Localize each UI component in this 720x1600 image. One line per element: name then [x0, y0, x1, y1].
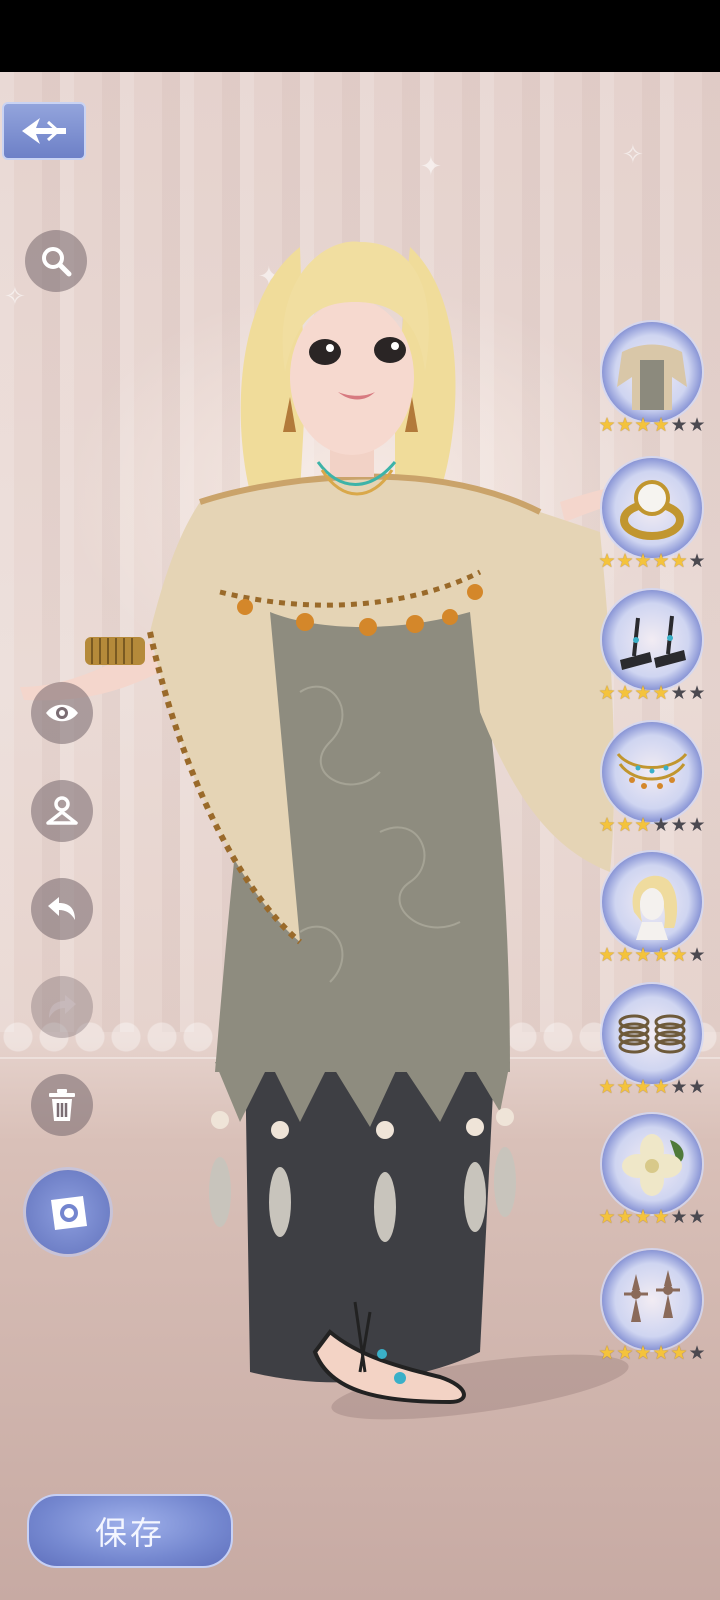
star-filled-icon: ★: [652, 944, 670, 966]
outfit-item-2[interactable]: ★ ★ ★ ★ ★ ★: [598, 590, 710, 708]
star-filled-icon: ★: [598, 682, 616, 704]
star-filled-icon: ★: [670, 1342, 688, 1364]
delete-button[interactable]: [31, 1074, 93, 1136]
star-filled-icon: ★: [670, 944, 688, 966]
star-empty-icon: ★: [688, 944, 706, 966]
star-filled-icon: ★: [652, 1076, 670, 1098]
back-button[interactable]: [2, 102, 86, 160]
star-filled-icon: ★: [598, 814, 616, 836]
star-filled-icon: ★: [634, 1342, 652, 1364]
sandals-icon: [620, 615, 686, 670]
camera-button[interactable]: [26, 1170, 110, 1254]
star-empty-icon: ★: [670, 682, 688, 704]
star-filled-icon: ★: [616, 682, 634, 704]
redo-button[interactable]: [31, 976, 93, 1038]
star-empty-icon: ★: [670, 1076, 688, 1098]
star-rating: ★ ★ ★ ★ ★ ★: [598, 682, 710, 704]
visibility-toggle-button[interactable]: [31, 682, 93, 744]
star-filled-icon: ★: [616, 1076, 634, 1098]
flower-hairpin-icon: [622, 1134, 684, 1196]
earrings-icon: [624, 1270, 680, 1322]
pearl-ring-icon: [620, 480, 684, 540]
back-arrow-icon: [22, 118, 66, 144]
outfit-item-1[interactable]: ★ ★ ★ ★ ★ ★: [598, 458, 710, 576]
star-empty-icon: ★: [688, 1342, 706, 1364]
shawl-dress-icon: [617, 344, 687, 410]
star-filled-icon: ★: [616, 550, 634, 572]
star-rating: ★ ★ ★ ★ ★ ★: [598, 1076, 710, 1098]
star-filled-icon: ★: [616, 414, 634, 436]
star-filled-icon: ★: [616, 944, 634, 966]
star-filled-icon: ★: [634, 814, 652, 836]
hairstyle-icon: [632, 875, 678, 940]
star-empty-icon: ★: [688, 814, 706, 836]
outfit-item-6[interactable]: ★ ★ ★ ★ ★ ★: [598, 1114, 710, 1232]
star-filled-icon: ★: [634, 550, 652, 572]
star-empty-icon: ★: [688, 414, 706, 436]
star-filled-icon: ★: [634, 414, 652, 436]
bracelets-icon: [618, 1014, 686, 1054]
star-filled-icon: ★: [634, 1206, 652, 1228]
item-thumbnail: [602, 852, 702, 952]
star-rating: ★ ★ ★ ★ ★ ★: [598, 814, 710, 836]
star-empty-icon: ★: [652, 814, 670, 836]
item-thumbnail: [602, 458, 702, 558]
star-empty-icon: ★: [688, 1076, 706, 1098]
star-rating: ★ ★ ★ ★ ★ ★: [598, 944, 710, 966]
star-filled-icon: ★: [652, 1206, 670, 1228]
redo-icon: [49, 995, 76, 1018]
star-filled-icon: ★: [652, 682, 670, 704]
trash-icon: [49, 1089, 75, 1121]
undo-icon: [48, 897, 75, 920]
wardrobe-button[interactable]: [31, 780, 93, 842]
star-empty-icon: ★: [688, 682, 706, 704]
star-filled-icon: ★: [598, 1076, 616, 1098]
item-thumbnail: [602, 1114, 702, 1214]
star-rating: ★ ★ ★ ★ ★ ★: [598, 1206, 710, 1228]
star-filled-icon: ★: [598, 1342, 616, 1364]
item-thumbnail: [602, 322, 702, 422]
star-filled-icon: ★: [598, 414, 616, 436]
outfit-item-4[interactable]: ★ ★ ★ ★ ★ ★: [598, 852, 710, 970]
camera-icon: [51, 1196, 87, 1230]
outfit-item-0[interactable]: ★ ★ ★ ★ ★ ★: [598, 322, 710, 440]
save-button[interactable]: 保存: [27, 1494, 233, 1568]
search-icon: [42, 247, 72, 277]
search-button[interactable]: [25, 230, 87, 292]
star-filled-icon: ★: [652, 414, 670, 436]
item-thumbnail: [602, 722, 702, 822]
star-filled-icon: ★: [598, 1206, 616, 1228]
star-rating: ★ ★ ★ ★ ★ ★: [598, 1342, 710, 1364]
status-bar: [0, 0, 720, 72]
star-filled-icon: ★: [652, 1342, 670, 1364]
star-filled-icon: ★: [598, 944, 616, 966]
item-thumbnail: [602, 590, 702, 690]
outfit-item-3[interactable]: ★ ★ ★ ★ ★ ★: [598, 722, 710, 840]
save-button-label: 保存: [94, 1514, 165, 1552]
star-empty-icon: ★: [670, 1206, 688, 1228]
star-empty-icon: ★: [688, 1206, 706, 1228]
star-filled-icon: ★: [634, 682, 652, 704]
hanger-icon: [46, 796, 78, 825]
star-filled-icon: ★: [634, 1076, 652, 1098]
star-rating: ★ ★ ★ ★ ★ ★: [598, 414, 710, 436]
star-filled-icon: ★: [616, 1206, 634, 1228]
item-thumbnail: [602, 984, 702, 1084]
star-empty-icon: ★: [670, 414, 688, 436]
eye-icon: [46, 704, 78, 722]
star-empty-icon: ★: [670, 814, 688, 836]
outfit-item-7[interactable]: ★ ★ ★ ★ ★ ★: [598, 1250, 710, 1368]
star-filled-icon: ★: [616, 814, 634, 836]
star-filled-icon: ★: [670, 550, 688, 572]
star-filled-icon: ★: [652, 550, 670, 572]
star-filled-icon: ★: [598, 550, 616, 572]
star-filled-icon: ★: [616, 1342, 634, 1364]
item-thumbnail: [602, 1250, 702, 1350]
undo-button[interactable]: [31, 878, 93, 940]
star-filled-icon: ★: [634, 944, 652, 966]
star-rating: ★ ★ ★ ★ ★ ★: [598, 550, 710, 572]
outfit-item-5[interactable]: ★ ★ ★ ★ ★ ★: [598, 984, 710, 1102]
star-empty-icon: ★: [688, 550, 706, 572]
necklace-icon: [616, 752, 688, 789]
